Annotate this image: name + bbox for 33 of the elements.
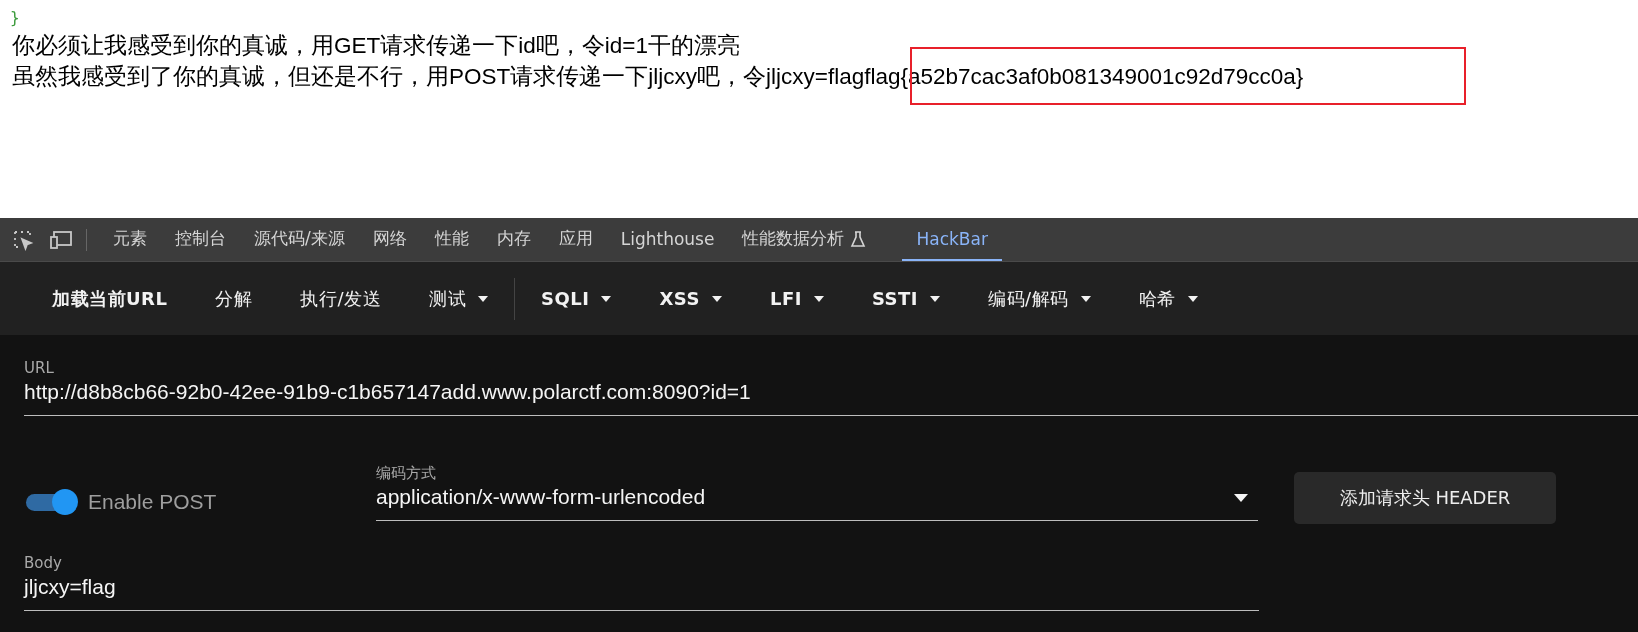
devtools-tab[interactable]: 元素 (99, 218, 161, 261)
url-field[interactable]: URL http://d8b8cb66-92b0-42ee-91b9-c1b657147add.www.polarctf.com:8090?id=1 (24, 359, 1638, 416)
dropdown-button[interactable]: XSS (635, 280, 746, 317)
inspect-element-icon[interactable] (12, 228, 34, 251)
dropdown-button[interactable]: 哈希 (1114, 278, 1222, 319)
devtools-tab[interactable]: 性能数据分析 (728, 218, 881, 261)
devtools-tab[interactable]: 源代码/来源 (240, 218, 359, 261)
dropdown-button[interactable]: SSTI (847, 280, 965, 317)
code-brace: } (9, 8, 21, 28)
devtools-tab[interactable]: 控制台 (161, 218, 240, 261)
toggle-label: Enable POST (88, 490, 217, 514)
devtools-tab[interactable]: Lighthouse (606, 218, 729, 261)
field-label: 编码方式 (376, 463, 436, 482)
toolbar-button[interactable]: 加载当前URL (28, 278, 192, 319)
dropdown-button[interactable]: 编码/解码 (964, 278, 1115, 319)
dropdown-button[interactable]: LFI (745, 280, 848, 317)
encoding-select[interactable]: 编码方式 application/x-www-form-urlencoded (376, 463, 1258, 521)
caret-icon (1234, 493, 1248, 502)
devtools-tab[interactable]: 网络 (358, 218, 421, 261)
dropdown-button[interactable]: 测试 (405, 278, 513, 319)
dropdown-button[interactable]: SQLI (517, 280, 636, 317)
field-label: Body (24, 554, 62, 572)
device-toolbar-icon[interactable] (50, 229, 74, 250)
devtools-tab[interactable]: 应用 (544, 218, 607, 261)
page-text: 你必须让我感受到你的真诚，用GET请求传递一下id吧，令id=1干的漂亮 (11, 32, 740, 60)
devtools-tab[interactable]: 性能 (420, 218, 483, 261)
body-field[interactable]: Body jljcxy=flag (24, 554, 1259, 611)
add-header-button[interactable]: 添加请求头 HEADER (1294, 472, 1556, 524)
toolbar-button[interactable]: 执行/发送 (276, 278, 406, 319)
toolbar-button[interactable]: 分解 (191, 278, 277, 319)
devtools-tab[interactable]: 内存 (482, 218, 545, 261)
field-label: URL (24, 359, 54, 377)
toggle-switch[interactable] (24, 489, 78, 515)
